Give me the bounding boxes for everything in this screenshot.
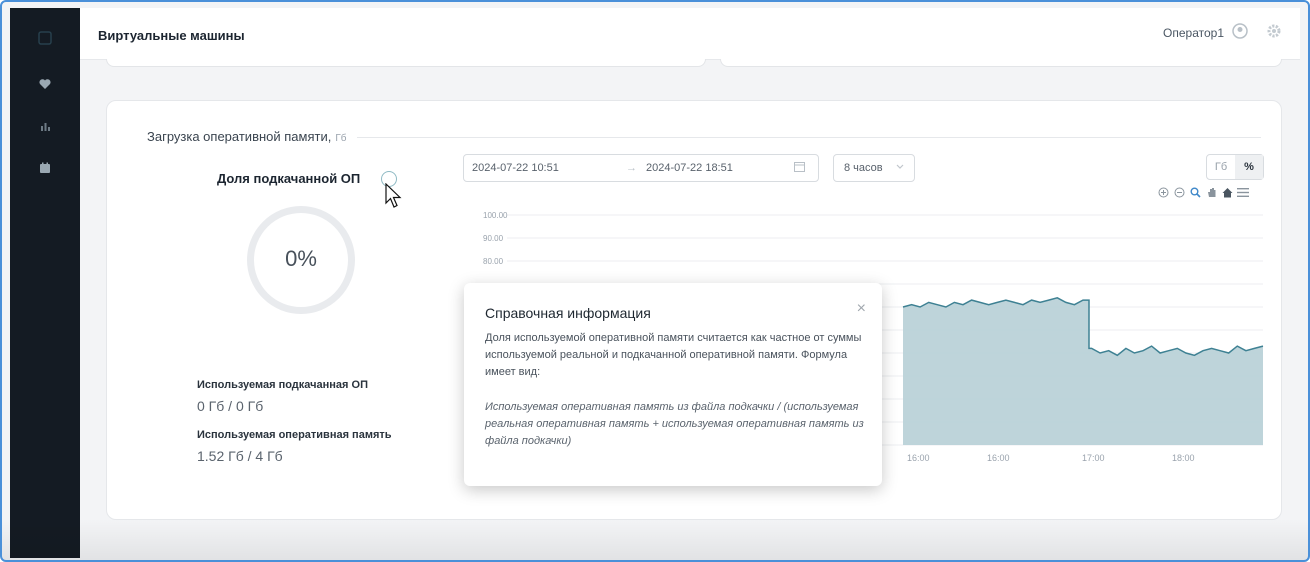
previous-card-edge <box>106 59 706 67</box>
user-icon[interactable] <box>1232 23 1248 42</box>
calendar-icon[interactable] <box>35 158 55 178</box>
gear-icon[interactable] <box>1266 23 1282 42</box>
modal-formula: Используемая оперативная память из файла… <box>485 401 864 447</box>
modal-title: Справочная информация <box>485 305 651 321</box>
app-window: Виртуальные машины Оператор1 Загрузка оп… <box>0 0 1310 562</box>
modal-body: Доля используемой оперативной памяти счи… <box>485 332 862 378</box>
y-tick-label: 90.00 <box>483 234 504 243</box>
y-tick-label: 80.00 <box>483 257 504 266</box>
logo-icon[interactable] <box>35 28 55 48</box>
user-area: Оператор1 <box>1163 23 1282 42</box>
bar-chart-icon[interactable] <box>35 116 55 136</box>
y-tick-label: 100.00 <box>483 211 508 220</box>
series-area <box>903 297 1263 445</box>
page-title: Виртуальные машины <box>98 28 245 43</box>
top-bar: Виртуальные машины Оператор1 <box>80 8 1300 60</box>
sidebar <box>10 8 80 558</box>
previous-card-edge <box>720 59 1282 67</box>
close-icon[interactable]: × <box>857 300 866 318</box>
x-tick-label: 16:00 <box>987 453 1010 463</box>
help-modal: Справочная информация × Доля используемо… <box>464 283 882 486</box>
x-tick-label: 16:00 <box>907 453 930 463</box>
x-tick-label: 18:00 <box>1172 453 1195 463</box>
x-tick-label: 17:00 <box>1082 453 1105 463</box>
user-name[interactable]: Оператор1 <box>1163 26 1224 40</box>
heart-pulse-icon[interactable] <box>35 74 55 94</box>
